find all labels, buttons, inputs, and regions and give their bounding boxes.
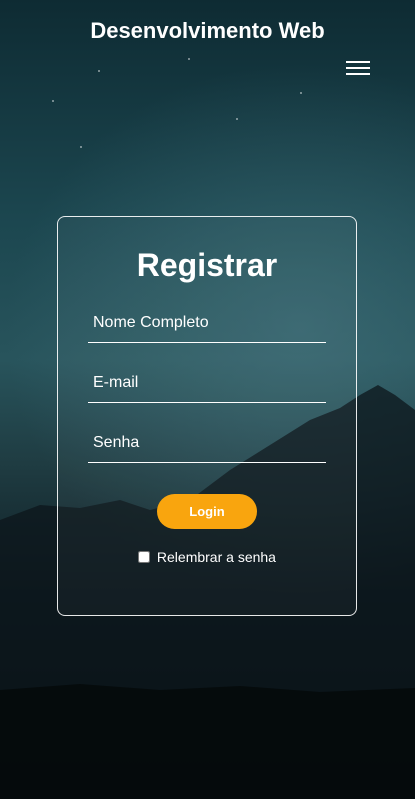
header: Desenvolvimento Web bbox=[0, 0, 415, 100]
login-button[interactable]: Login bbox=[157, 494, 257, 529]
remember-checkbox[interactable] bbox=[138, 551, 151, 563]
password-field-container bbox=[88, 423, 326, 463]
form-title: Registrar bbox=[136, 247, 278, 283]
hamburger-menu-icon[interactable] bbox=[346, 58, 370, 78]
remember-row: Relembrar a senha bbox=[58, 549, 356, 565]
name-field-container bbox=[88, 303, 326, 343]
remember-label: Relembrar a senha bbox=[156, 549, 276, 565]
email-field-container bbox=[88, 363, 326, 403]
full-name-input[interactable] bbox=[88, 303, 326, 342]
site-title: Desenvolvimento Web bbox=[90, 18, 325, 43]
password-input[interactable] bbox=[88, 423, 326, 462]
email-input[interactable] bbox=[88, 363, 326, 402]
register-form: Registrar Login Relembrar a senha bbox=[57, 216, 357, 616]
